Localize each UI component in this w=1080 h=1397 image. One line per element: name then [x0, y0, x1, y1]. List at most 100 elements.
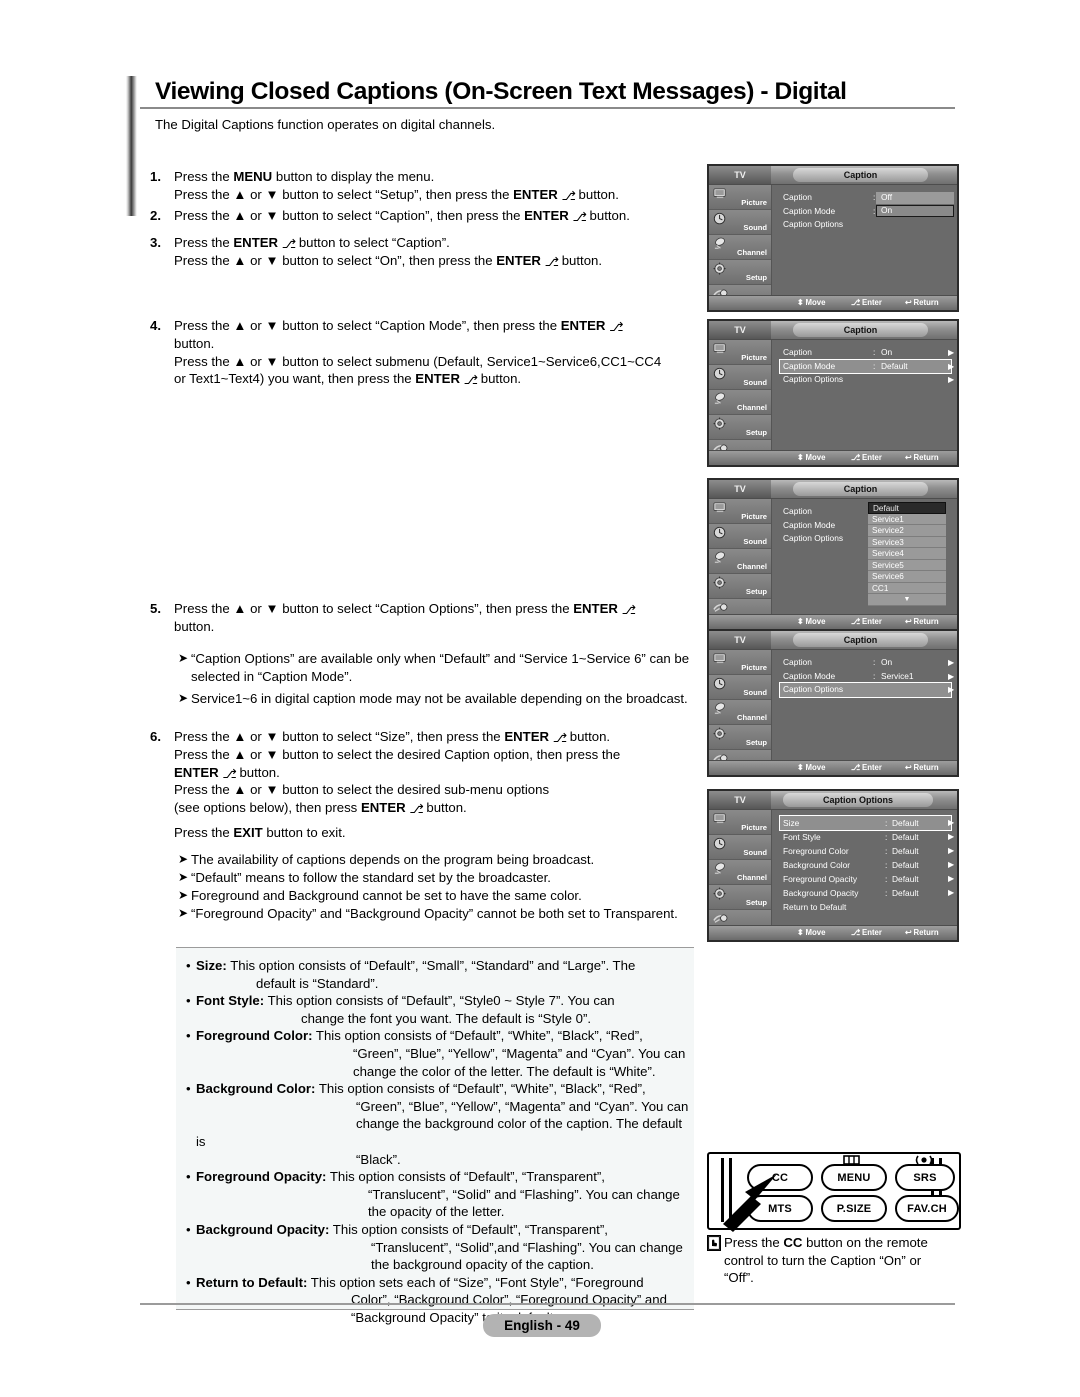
enter-glyph-icon: ⎇ — [851, 928, 860, 937]
osd-row-background-opacity[interactable]: Background Opacity: Default ▶ — [780, 886, 954, 900]
osd-sidebar-item-sound[interactable]: Sound — [709, 365, 771, 390]
osd-dropdown-option-2[interactable]: Service2 — [868, 525, 946, 537]
osd-sidebar-item-picture[interactable]: Picture — [709, 185, 771, 210]
return-arrow-icon: ↩ — [905, 928, 912, 937]
osd-sidebar-item-picture[interactable]: Picture — [709, 340, 771, 365]
osd-row-caption[interactable]: Caption: On ▶ — [780, 656, 954, 670]
osd-sidebar-item-sound[interactable]: Sound — [709, 524, 771, 549]
osd-footer-hints: ⬍ Move ⎇ Enter ↩ Return — [709, 295, 957, 310]
osd-row-font-style[interactable]: Font Style: Default ▶ — [780, 830, 954, 844]
osd-tv-label: TV — [709, 166, 771, 184]
option-item-3: • Foreground Color: This option consists … — [176, 1027, 694, 1080]
osd-sidebar-label: Sound — [743, 848, 767, 857]
osd-sidebar-item-sound[interactable]: Sound — [709, 675, 771, 700]
osd-body: PictureSoundChannelSetupInputCaption:On▶… — [709, 650, 957, 775]
osd-row-value: Default — [892, 846, 919, 856]
input-icon — [713, 912, 728, 925]
osd-hint-enter: ⎇ Enter — [851, 763, 882, 772]
osd-sidebar-item-sound[interactable]: Sound — [709, 210, 771, 235]
osd-row-foreground-color[interactable]: Foreground Color: Default ▶ — [780, 844, 954, 858]
osd-sidebar-label: Sound — [743, 378, 767, 387]
enter-glyph-icon: ⎇ — [851, 298, 860, 307]
osd-sidebar-label: Channel — [737, 248, 767, 257]
option-item-6: • Background Opacity: This option consist… — [176, 1221, 694, 1274]
instruction-step-1: 1. Press the MENU button to display the m… — [150, 168, 710, 204]
osd-row-caption-options[interactable]: Caption Options ▶ — [779, 682, 954, 698]
osd-dropdown-option-6[interactable]: Service6 — [868, 571, 946, 583]
osd-row-label: Foreground Opacity — [783, 874, 858, 884]
option-text: Foreground Color: This option consists o… — [196, 1028, 686, 1079]
osd-footer-hints: ⬍ Move ⎇ Enter ↩ Return — [709, 925, 957, 940]
exit-instruction: Press the EXIT button to exit. — [174, 824, 346, 842]
osd-dropdown-option-1[interactable]: Service1 — [868, 513, 946, 525]
osd-dropdown-list[interactable]: Default Service1 Service2 Service3 Service4 S… — [868, 502, 946, 606]
remote-button-srs[interactable]: SRS — [895, 1164, 955, 1191]
setup-icon — [713, 417, 728, 430]
osd-hint-enter: ⎇ Enter — [851, 617, 882, 626]
osd-sidebar-item-picture[interactable]: Picture — [709, 810, 771, 835]
osd-row-caption-options[interactable]: Caption Options — [780, 218, 951, 232]
osd-body: PictureSoundChannelSetupInputCaption:On▶… — [709, 340, 957, 465]
remote-button-psize[interactable]: P.SIZE — [821, 1195, 887, 1222]
option-text: Foreground Opacity: This option consists… — [196, 1169, 680, 1220]
osd-row-caption[interactable]: Caption: On ▶ — [780, 346, 954, 360]
osd-sidebar-item-picture[interactable]: Picture — [709, 650, 771, 675]
option-term: Foreground Opacity: — [196, 1169, 327, 1185]
osd-sidebar-item-setup[interactable]: Setup — [709, 885, 771, 910]
sound-icon — [713, 526, 728, 539]
enter-glyph-icon: ⎇ — [463, 372, 478, 388]
osd-row-label: Caption — [783, 506, 812, 516]
osd-row-caption-mode[interactable]: Caption Mode: Service1 ▶ — [780, 670, 954, 684]
osd-sidebar-item-channel[interactable]: Channel — [709, 700, 771, 725]
osd-row-colon: : — [885, 846, 888, 856]
osd-sidebar-label: Picture — [741, 663, 767, 672]
osd-dropdown-option-4[interactable]: Service4 — [868, 548, 946, 560]
osd-tv-label: TV — [709, 480, 771, 498]
osd-sidebar-item-channel[interactable]: Channel — [709, 235, 771, 260]
osd-sidebar-item-channel[interactable]: Channel — [709, 549, 771, 574]
page-title: Viewing Closed Captions (On-Screen Text … — [155, 78, 847, 105]
osd-row-caption-options[interactable]: Caption Options ▶ — [780, 373, 954, 387]
step-text: Press the ▲ or ▼ button to select “Capti… — [174, 601, 636, 634]
osd-sidebar-item-channel[interactable]: Channel — [709, 390, 771, 415]
osd-row-return-to-default[interactable]: Return to Default — [780, 900, 951, 914]
step-number: 6. — [150, 729, 161, 744]
input-icon — [713, 601, 728, 614]
osd-hint-enter: ⎇ Enter — [851, 928, 882, 937]
osd-row-caption-mode[interactable]: Caption Mode: Default ▶ — [779, 358, 954, 374]
remote-button-menu[interactable]: MENU — [821, 1164, 887, 1191]
osd-row-foreground-opacity[interactable]: Foreground Opacity: Default ▶ — [780, 872, 954, 886]
srs-sound-glyph-icon — [915, 1155, 933, 1164]
osd-row-size[interactable]: Size: Default ▶ — [779, 815, 954, 831]
osd-sidebar-item-setup[interactable]: Setup — [709, 415, 771, 440]
osd-row-caption[interactable]: Caption: Off — [780, 191, 954, 205]
return-arrow-icon: ↩ — [905, 763, 912, 772]
sound-icon — [713, 837, 728, 850]
osd-row-colon: : — [873, 205, 876, 216]
osd-dropdown-option-0[interactable]: Default — [868, 502, 946, 514]
sound-icon — [713, 677, 728, 690]
osd-row-background-color[interactable]: Background Color: Default ▶ — [780, 858, 954, 872]
osd-sidebar-item-setup[interactable]: Setup — [709, 574, 771, 599]
remote-button-favch[interactable]: FAV.CH — [895, 1195, 959, 1222]
option-text: Background Opacity: This option consists… — [196, 1221, 683, 1273]
osd-dropdown-option-5[interactable]: Service5 — [868, 559, 946, 571]
osd-row-label: Caption — [783, 347, 812, 357]
osd-sidebar-item-setup[interactable]: Setup — [709, 260, 771, 285]
osd-sidebar-item-channel[interactable]: Channel — [709, 860, 771, 885]
osd-row-label: Caption Options — [783, 533, 844, 543]
osd-dropdown-option-7[interactable]: CC1 — [868, 582, 946, 594]
osd-sidebar-item-picture[interactable]: Picture — [709, 499, 771, 524]
osd-menu-title: Caption — [793, 633, 928, 647]
setup-icon — [713, 262, 728, 275]
osd-sidebar-item-sound[interactable]: Sound — [709, 835, 771, 860]
osd-sidebar-label: Channel — [737, 873, 767, 882]
osd-dropdown-option-8[interactable]: ▼ — [868, 594, 946, 606]
osd-dropdown-option-3[interactable]: Service3 — [868, 536, 946, 548]
osd-sidebar-label: Channel — [737, 403, 767, 412]
osd-row-label: Caption — [783, 657, 812, 667]
osd-sidebar-item-setup[interactable]: Setup — [709, 725, 771, 750]
osd-row-caption-mode[interactable]: Caption Mode: On — [780, 204, 954, 219]
move-updown-icon: ⬍ — [797, 453, 804, 462]
osd-sidebar-label: Sound — [743, 223, 767, 232]
